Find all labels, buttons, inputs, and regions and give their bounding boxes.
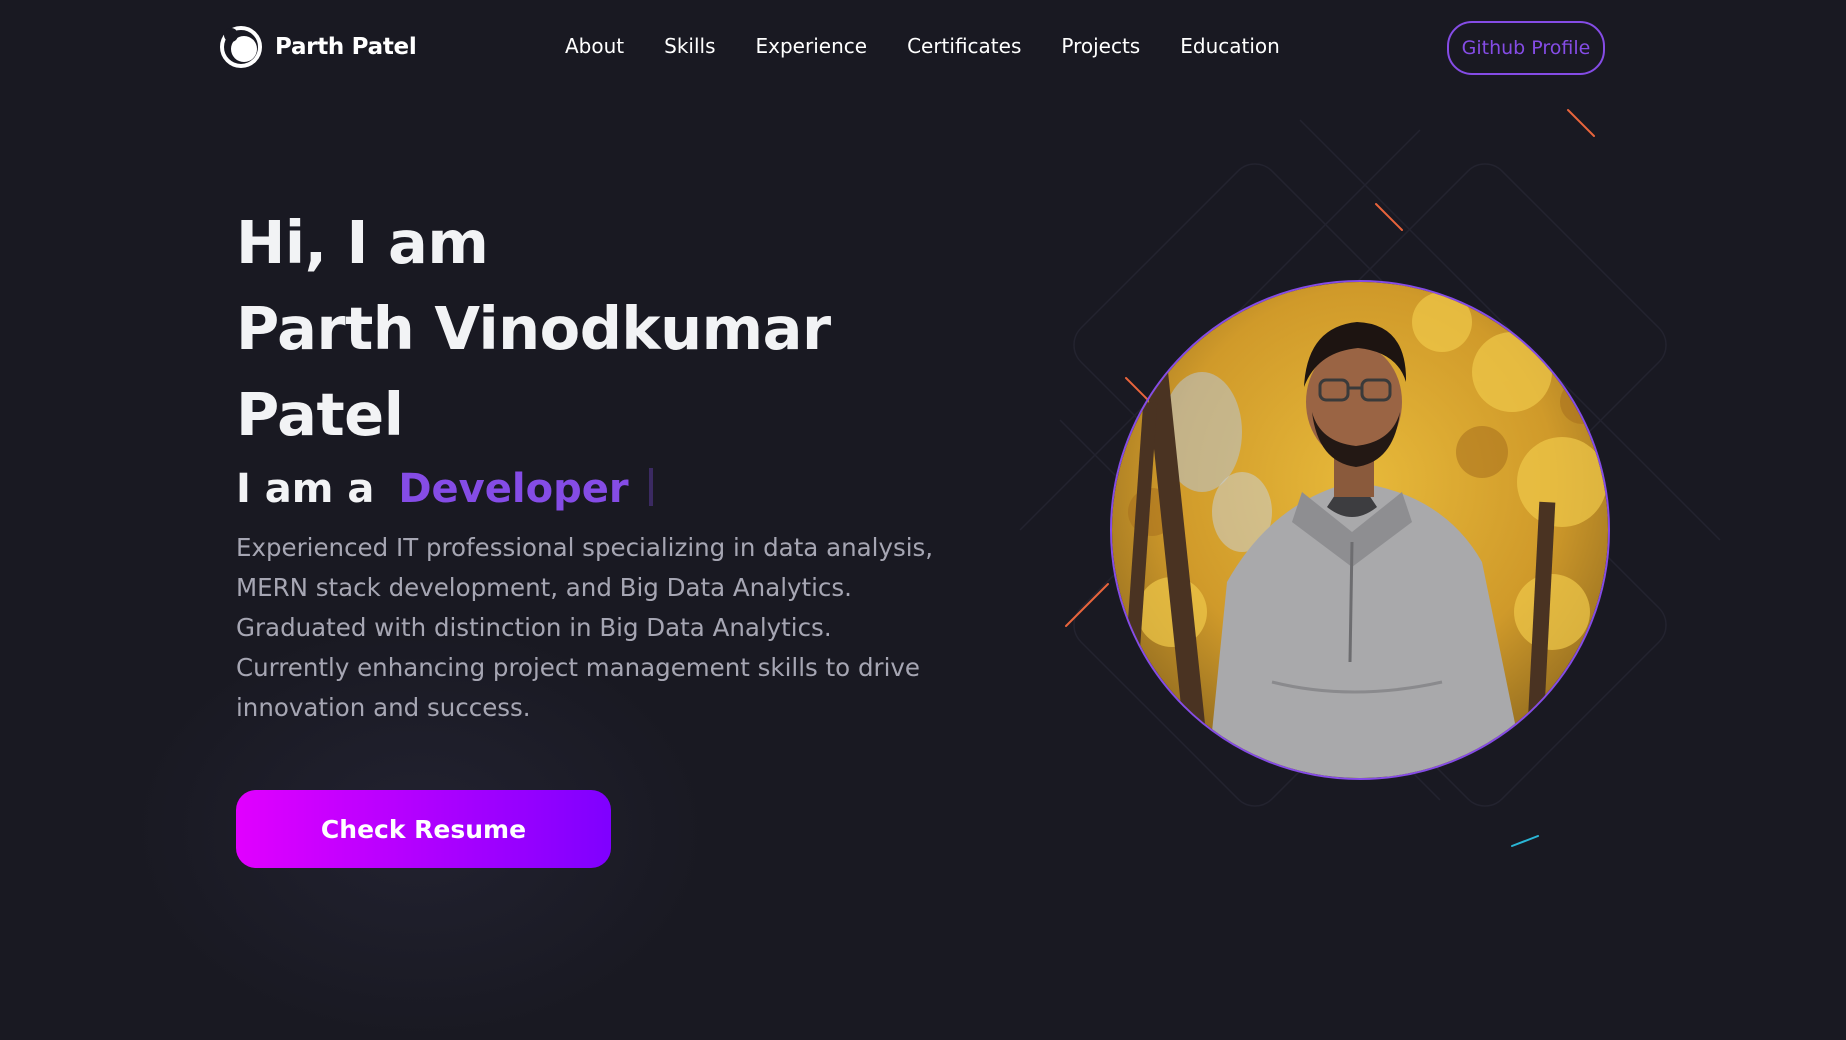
navbar: Parth Patel About Skills Experience Cert… [0,0,1846,94]
hero-description: Experienced IT professional specializing… [236,533,934,722]
hero-title-line-1: Hi, I am [236,208,489,277]
nav-links: About Skills Experience Certificates Pro… [565,34,1320,58]
hero-title-line-3: Patel [236,380,404,449]
nav-link-certificates[interactable]: Certificates [907,34,1021,58]
nav-link-projects[interactable]: Projects [1061,34,1140,58]
role-prefix: I am a [236,466,375,512]
logo-text: Parth Patel [275,34,417,60]
logo-icon [220,26,262,68]
hero-intro: Hi, I am Parth Vinodkumar Patel I am a D… [236,200,936,728]
role-typewriter-word: Developer [398,466,629,512]
nav-link-about[interactable]: About [565,34,624,58]
typing-cursor [648,468,653,506]
profile-photo-image [1112,282,1608,778]
role-line: I am a Developer [236,462,936,516]
hero-title-line-2: Parth Vinodkumar [236,294,831,363]
nav-link-skills[interactable]: Skills [664,34,715,58]
profile-photo [1110,280,1610,780]
logo-link[interactable]: Parth Patel [219,25,417,69]
github-profile-button[interactable]: Github Profile [1447,21,1605,75]
check-resume-button[interactable]: Check Resume [236,790,611,868]
nav-link-education[interactable]: Education [1180,34,1280,58]
nav-link-experience[interactable]: Experience [756,34,868,58]
